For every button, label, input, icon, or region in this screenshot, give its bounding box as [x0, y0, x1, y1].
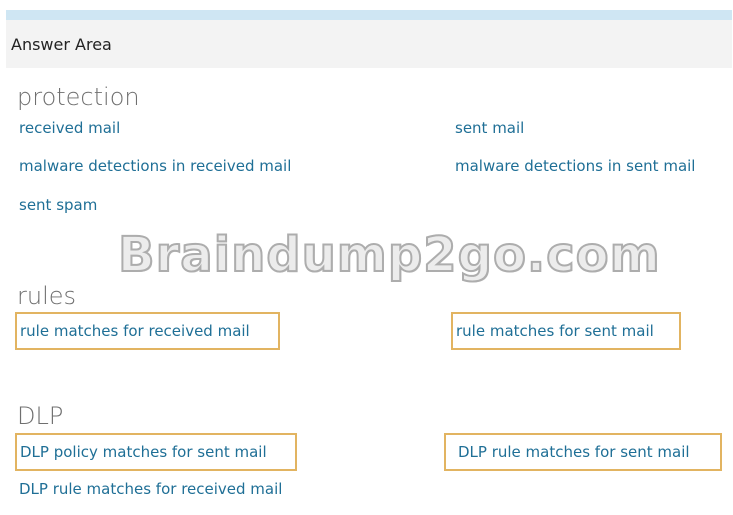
link-received-mail[interactable]: received mail: [19, 121, 120, 136]
section-title-protection: protection: [17, 83, 140, 111]
link-rule-matches-received-mail[interactable]: rule matches for received mail: [20, 323, 250, 339]
answer-area-header: Answer Area: [6, 20, 732, 68]
highlight-box-rule-received: rule matches for received mail: [15, 312, 280, 350]
link-sent-mail[interactable]: sent mail: [455, 121, 524, 136]
link-sent-spam[interactable]: sent spam: [19, 198, 97, 213]
highlight-box-rule-sent: rule matches for sent mail: [451, 312, 681, 350]
link-malware-detections-sent-mail[interactable]: malware detections in sent mail: [455, 159, 695, 174]
link-rule-matches-sent-mail[interactable]: rule matches for sent mail: [456, 323, 654, 339]
highlight-box-dlp-rule-sent: DLP rule matches for sent mail: [444, 433, 722, 471]
section-title-dlp: DLP: [17, 402, 64, 430]
top-accent-strip: [6, 10, 732, 20]
link-dlp-rule-matches-sent-mail[interactable]: DLP rule matches for sent mail: [449, 444, 690, 460]
link-dlp-rule-matches-received-mail[interactable]: DLP rule matches for received mail: [19, 482, 282, 497]
highlight-box-dlp-policy-sent: DLP policy matches for sent mail: [15, 433, 297, 471]
link-dlp-policy-matches-sent-mail[interactable]: DLP policy matches for sent mail: [20, 444, 267, 460]
answer-area-title: Answer Area: [11, 34, 112, 54]
watermark-text: Braindump2go.com: [117, 227, 661, 283]
link-malware-detections-received-mail[interactable]: malware detections in received mail: [19, 159, 291, 174]
section-title-rules: rules: [17, 282, 77, 310]
